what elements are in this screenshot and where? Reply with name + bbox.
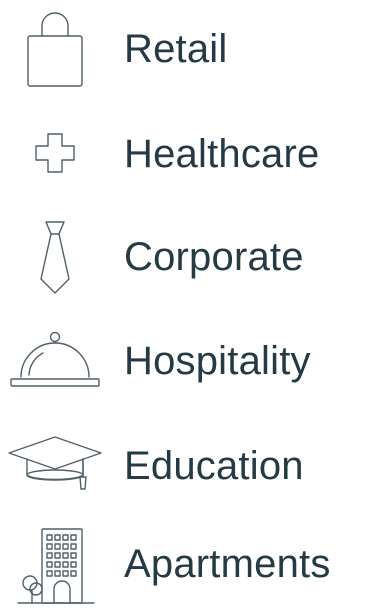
industry-list: Retail Healthcare Corporate Hospitality …: [0, 0, 379, 612]
shopping-bag-icon: [0, 5, 110, 95]
medical-cross-icon: [0, 108, 110, 198]
necktie-icon: [0, 212, 110, 302]
list-item-label: Healthcare: [124, 132, 320, 176]
serving-cloche-icon: [0, 316, 110, 406]
list-item-label: Apartments: [124, 542, 331, 586]
apartment-building-icon: [0, 520, 110, 610]
list-item-label: Education: [124, 444, 304, 488]
list-item-hospitality[interactable]: Hospitality: [0, 316, 379, 406]
list-item-apartments[interactable]: Apartments: [0, 520, 379, 610]
list-item-retail[interactable]: Retail: [0, 5, 379, 95]
list-item-label: Corporate: [124, 235, 304, 279]
list-item-label: Hospitality: [124, 339, 311, 383]
list-item-corporate[interactable]: Corporate: [0, 212, 379, 302]
list-item-healthcare[interactable]: Healthcare: [0, 108, 379, 198]
graduation-cap-icon: [0, 420, 110, 510]
list-item-label: Retail: [124, 27, 228, 71]
list-item-education[interactable]: Education: [0, 420, 379, 510]
